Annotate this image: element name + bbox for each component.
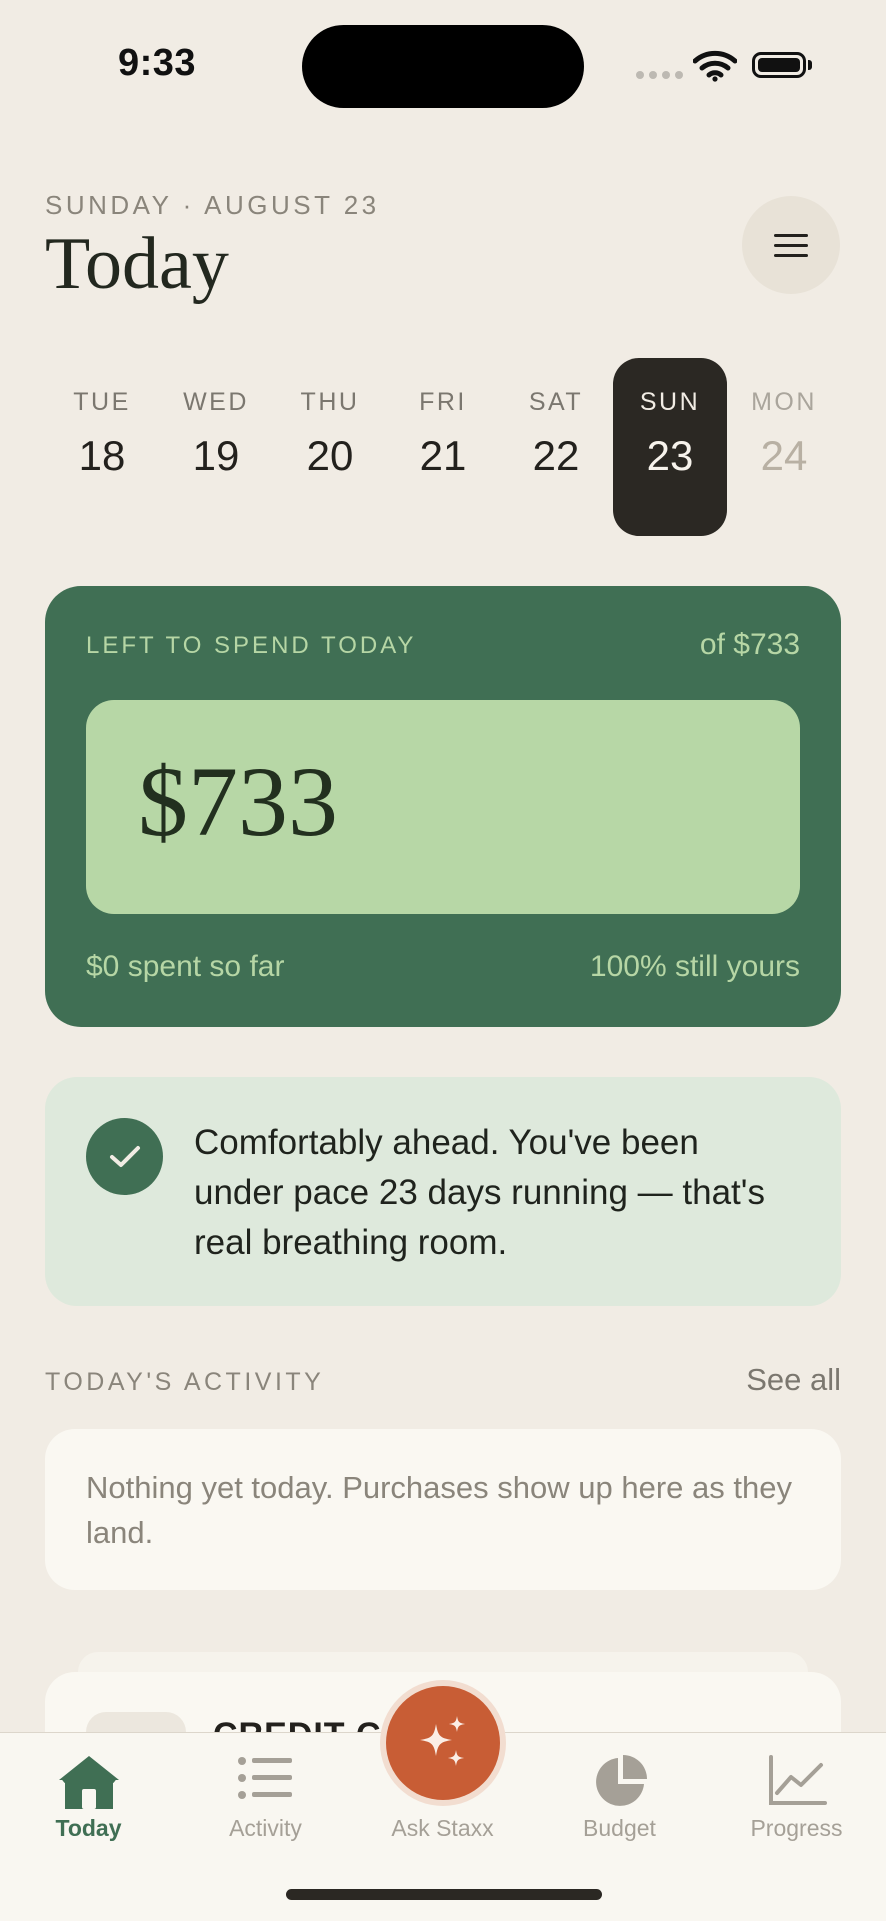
see-all-link[interactable]: See all — [746, 1362, 841, 1398]
menu-button[interactable] — [742, 196, 840, 294]
day-weekday: FRI — [419, 388, 467, 416]
date-subtitle: SUNDAY · AUGUST 23 — [45, 190, 380, 220]
day-thu-20[interactable]: THU 20 — [273, 358, 387, 536]
tab-label: Today — [55, 1815, 122, 1841]
home-icon — [58, 1756, 119, 1809]
day-number: 23 — [646, 432, 694, 479]
day-mon-24[interactable]: MON 24 — [727, 358, 841, 536]
tab-label: Budget — [583, 1815, 656, 1841]
day-fri-21[interactable]: FRI 21 — [386, 358, 500, 536]
tab-label: Ask Staxx — [391, 1815, 494, 1841]
day-weekday: SAT — [528, 388, 584, 416]
day-sun-23-selected[interactable]: SUN 23 — [613, 358, 727, 536]
spent-so-far: $0 spent so far — [86, 950, 285, 983]
day-sat-22[interactable]: SAT 22 — [499, 358, 613, 536]
pie-chart-icon — [595, 1755, 647, 1806]
insight-message: Comfortably ahead. You've been under pac… — [194, 1123, 765, 1262]
battery-tip — [808, 60, 812, 70]
signal-icon — [636, 71, 683, 79]
empty-message: Nothing yet today. Purchases show up her… — [86, 1470, 792, 1550]
day-weekday: SUN — [639, 388, 701, 416]
wifi-icon — [693, 50, 737, 82]
check-icon — [86, 1118, 163, 1195]
list-icon — [237, 1757, 292, 1799]
ask-staxx-button[interactable] — [386, 1686, 500, 1800]
trend-chart-icon — [768, 1755, 827, 1805]
hamburger-icon — [774, 227, 808, 264]
activity-section-title: TODAY'S ACTIVITY — [45, 1368, 325, 1396]
amount-panel: $733 — [86, 700, 800, 914]
day-selector: TUE 18 WED 19 THU 20 FRI 21 SAT 22 SUN 2… — [45, 358, 841, 536]
page-title: Today — [45, 223, 229, 305]
spend-total: of $733 — [699, 628, 800, 661]
dynamic-island — [302, 25, 584, 108]
day-number: 19 — [192, 432, 240, 479]
day-weekday: THU — [300, 388, 360, 416]
tab-label: Progress — [750, 1815, 843, 1841]
day-number: 24 — [760, 432, 808, 479]
amount-remaining: $733 — [138, 746, 338, 857]
day-tue-18[interactable]: TUE 18 — [45, 358, 159, 536]
activity-empty-state: Nothing yet today. Purchases show up her… — [45, 1429, 841, 1590]
day-weekday: TUE — [73, 388, 131, 416]
left-to-spend-card[interactable]: LEFT TO SPEND TODAY of $733 $733 $0 spen… — [45, 586, 841, 1027]
pace-insight-card: Comfortably ahead. You've been under pac… — [45, 1077, 841, 1306]
day-number: 22 — [532, 432, 580, 479]
day-number: 21 — [419, 432, 467, 479]
day-wed-19[interactable]: WED 19 — [159, 358, 273, 536]
day-weekday: WED — [183, 388, 249, 416]
day-weekday: MON — [751, 388, 817, 416]
day-number: 20 — [306, 432, 354, 479]
battery-icon — [752, 52, 806, 78]
tab-label: Activity — [229, 1815, 302, 1841]
home-indicator[interactable] — [286, 1889, 602, 1900]
sparkle-icon — [420, 1716, 465, 1766]
day-number: 18 — [78, 432, 126, 479]
status-time: 9:33 — [118, 42, 197, 84]
percent-remaining: 100% still yours — [589, 950, 800, 983]
spend-card-label: LEFT TO SPEND TODAY — [86, 632, 417, 659]
